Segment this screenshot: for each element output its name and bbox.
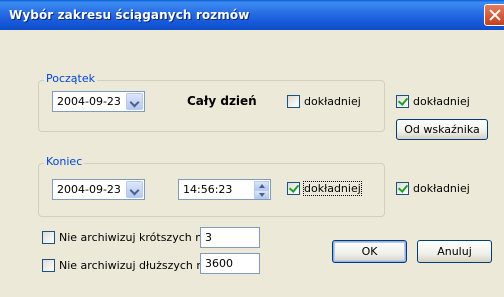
from-pointer-button[interactable]: Od wskaźnika: [396, 119, 488, 140]
start-detail-check-box[interactable]: [287, 95, 300, 108]
skip-shorter-input[interactable]: 3: [200, 227, 260, 248]
end-side-detail-check-box[interactable]: [396, 182, 409, 195]
skip-longer-value: 3600: [205, 257, 233, 270]
chevron-down-icon[interactable]: [126, 93, 143, 110]
start-side-detail-check-box[interactable]: [396, 95, 409, 108]
start-group-label: Początek: [44, 72, 97, 85]
ok-button[interactable]: OK: [332, 240, 407, 263]
spin-down-icon[interactable]: [254, 190, 269, 199]
skip-longer-input[interactable]: 3600: [200, 253, 260, 274]
end-group-label: Koniec: [44, 155, 85, 168]
spin-up-icon[interactable]: [254, 181, 269, 190]
skip-shorter-label: Nie archiwizuj krótszych niż: [59, 231, 212, 244]
start-side-detail-label: dokładniej: [413, 95, 470, 108]
cancel-button[interactable]: Anuluj: [417, 240, 492, 263]
start-date-value: 2004-09-23: [57, 95, 121, 108]
end-detail-check-box[interactable]: [287, 182, 300, 195]
skip-longer-check-box[interactable]: [42, 259, 55, 272]
title-bar[interactable]: Wybór zakresu ściąganych rozmów: [0, 0, 504, 30]
skip-shorter-check-box[interactable]: [42, 231, 55, 244]
all-day-label: Cały dzień: [187, 94, 257, 108]
end-time-spinner[interactable]: 14:56:23: [178, 179, 271, 200]
end-time-value: 14:56:23: [183, 183, 233, 196]
close-button[interactable]: [484, 4, 504, 26]
dialog-window: Wybór zakresu ściąganych rozmów Początek…: [0, 0, 504, 297]
end-side-detail-label: dokładniej: [413, 182, 470, 195]
skip-shorter-value: 3: [205, 231, 212, 244]
end-date-combo[interactable]: 2004-09-23: [52, 179, 145, 200]
chevron-down-icon[interactable]: [126, 181, 143, 198]
end-date-value: 2004-09-23: [57, 183, 121, 196]
end-detail-label: dokładniej: [303, 181, 362, 196]
start-detail-label: dokładniej: [304, 95, 361, 108]
start-date-combo[interactable]: 2004-09-23: [52, 91, 145, 112]
skip-longer-label: Nie archiwizuj dłuższych niż: [59, 259, 213, 272]
window-title: Wybór zakresu ściąganych rozmów: [9, 8, 250, 22]
